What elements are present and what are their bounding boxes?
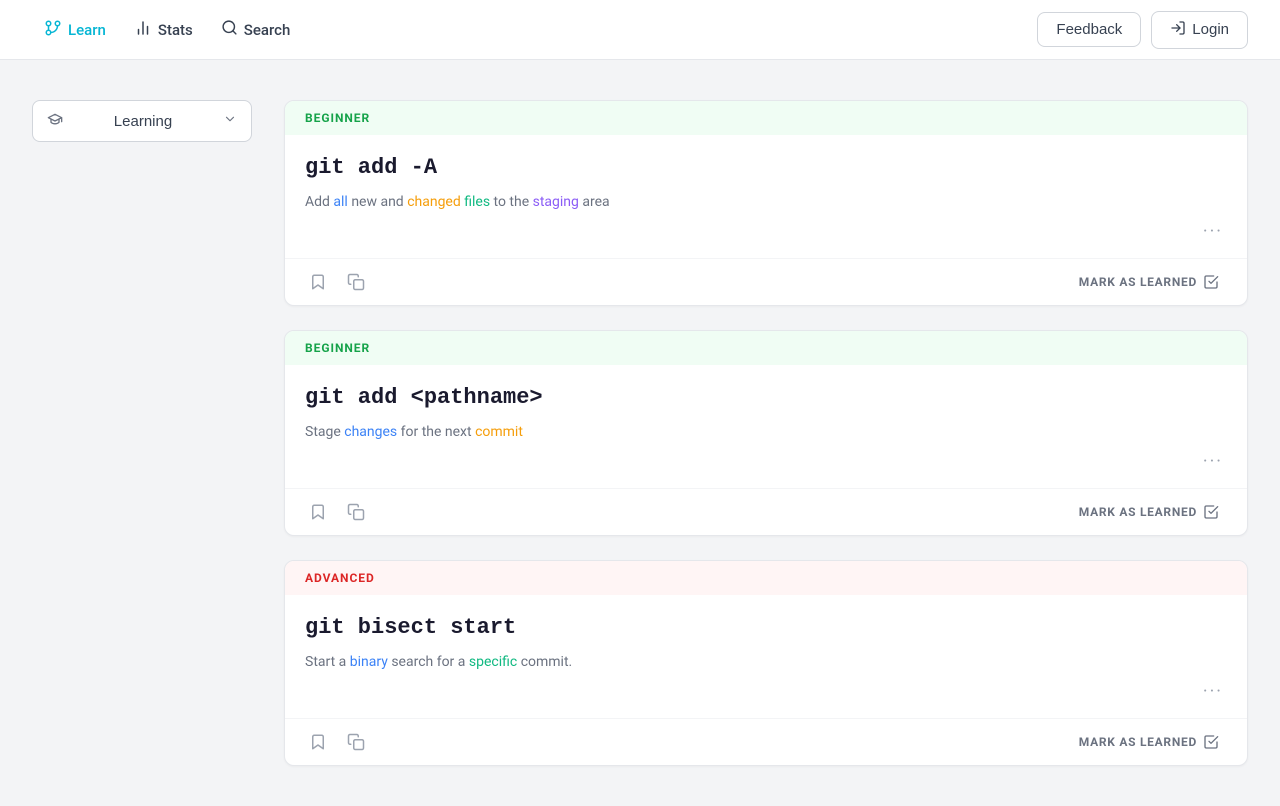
card-2-mark-learned-button[interactable]: MARK AS LEARNED [1071,500,1227,524]
graduation-icon [47,111,63,131]
card-2-copy-button[interactable] [343,499,369,525]
highlight-binary: binary [350,654,388,670]
card-1-command: git add -A [305,155,1227,180]
login-label: Login [1192,21,1229,38]
nav-item-learn[interactable]: Learn [32,11,118,49]
card-1-bookmark-button[interactable] [305,269,331,295]
navbar: Learn Stats Search Feedback [0,0,1280,60]
learning-dropdown[interactable]: Learning [32,100,252,142]
card-1-body: git add -A Add all new and changed files… [285,135,1247,258]
card-1-level-badge: BEGINNER [285,101,1247,135]
feedback-button[interactable]: Feedback [1037,12,1141,47]
nav-learn-label: Learn [68,21,106,39]
highlight-changed: changed [407,194,461,210]
card-3-footer: MARK AS LEARNED [285,718,1247,765]
highlight-specific: specific [469,654,517,670]
search-icon [221,19,238,40]
card-git-add-pathname: BEGINNER git add <pathname> Stage change… [284,330,1248,536]
card-2-description: Stage changes for the next commit [305,422,1227,443]
card-2-more[interactable]: ··· [305,451,1227,478]
card-3-more[interactable]: ··· [305,681,1227,708]
login-button[interactable]: Login [1151,11,1248,49]
card-1-more[interactable]: ··· [305,221,1227,248]
card-1-description: Add all new and changed files to the sta… [305,192,1227,213]
nav-right: Feedback Login [1037,11,1248,49]
card-2-level-badge: BEGINNER [285,331,1247,365]
card-3-command: git bisect start [305,615,1227,640]
card-3-mark-learned-button[interactable]: MARK AS LEARNED [1071,730,1227,754]
stats-icon [134,19,152,41]
card-3-description: Start a binary search for a specific com… [305,652,1227,673]
chevron-down-icon [223,112,237,130]
nav-item-stats[interactable]: Stats [122,11,205,49]
content-area: BEGINNER git add -A Add all new and chan… [284,100,1248,766]
highlight-changes-2: changes [344,424,397,440]
nav-stats-label: Stats [158,21,193,39]
card-git-add-a: BEGINNER git add -A Add all new and chan… [284,100,1248,306]
sidebar: Learning [32,100,252,766]
card-2-body: git add <pathname> Stage changes for the… [285,365,1247,488]
nav-search-label: Search [244,21,291,39]
branch-icon [44,19,62,41]
card-1-copy-button[interactable] [343,269,369,295]
card-2-command: git add <pathname> [305,385,1227,410]
card-3-copy-button[interactable] [343,729,369,755]
card-2-footer: MARK AS LEARNED [285,488,1247,535]
login-icon [1170,20,1186,40]
highlight-all: all [333,194,347,210]
card-git-bisect-start: ADVANCED git bisect start Start a binary… [284,560,1248,766]
card-1-footer: MARK AS LEARNED [285,258,1247,305]
main-layout: Learning BEGINNER git add -A Add all new… [0,60,1280,806]
card-2-bookmark-button[interactable] [305,499,331,525]
nav-left: Learn Stats Search [32,11,1029,49]
highlight-staging: staging [533,194,579,210]
card-3-level-badge: ADVANCED [285,561,1247,595]
card-1-mark-learned-button[interactable]: MARK AS LEARNED [1071,270,1227,294]
highlight-commit: commit [475,424,523,440]
highlight-files: files [464,194,490,210]
sidebar-dropdown-label: Learning [71,113,215,130]
nav-item-search[interactable]: Search [209,11,303,48]
card-3-bookmark-button[interactable] [305,729,331,755]
card-3-body: git bisect start Start a binary search f… [285,595,1247,718]
